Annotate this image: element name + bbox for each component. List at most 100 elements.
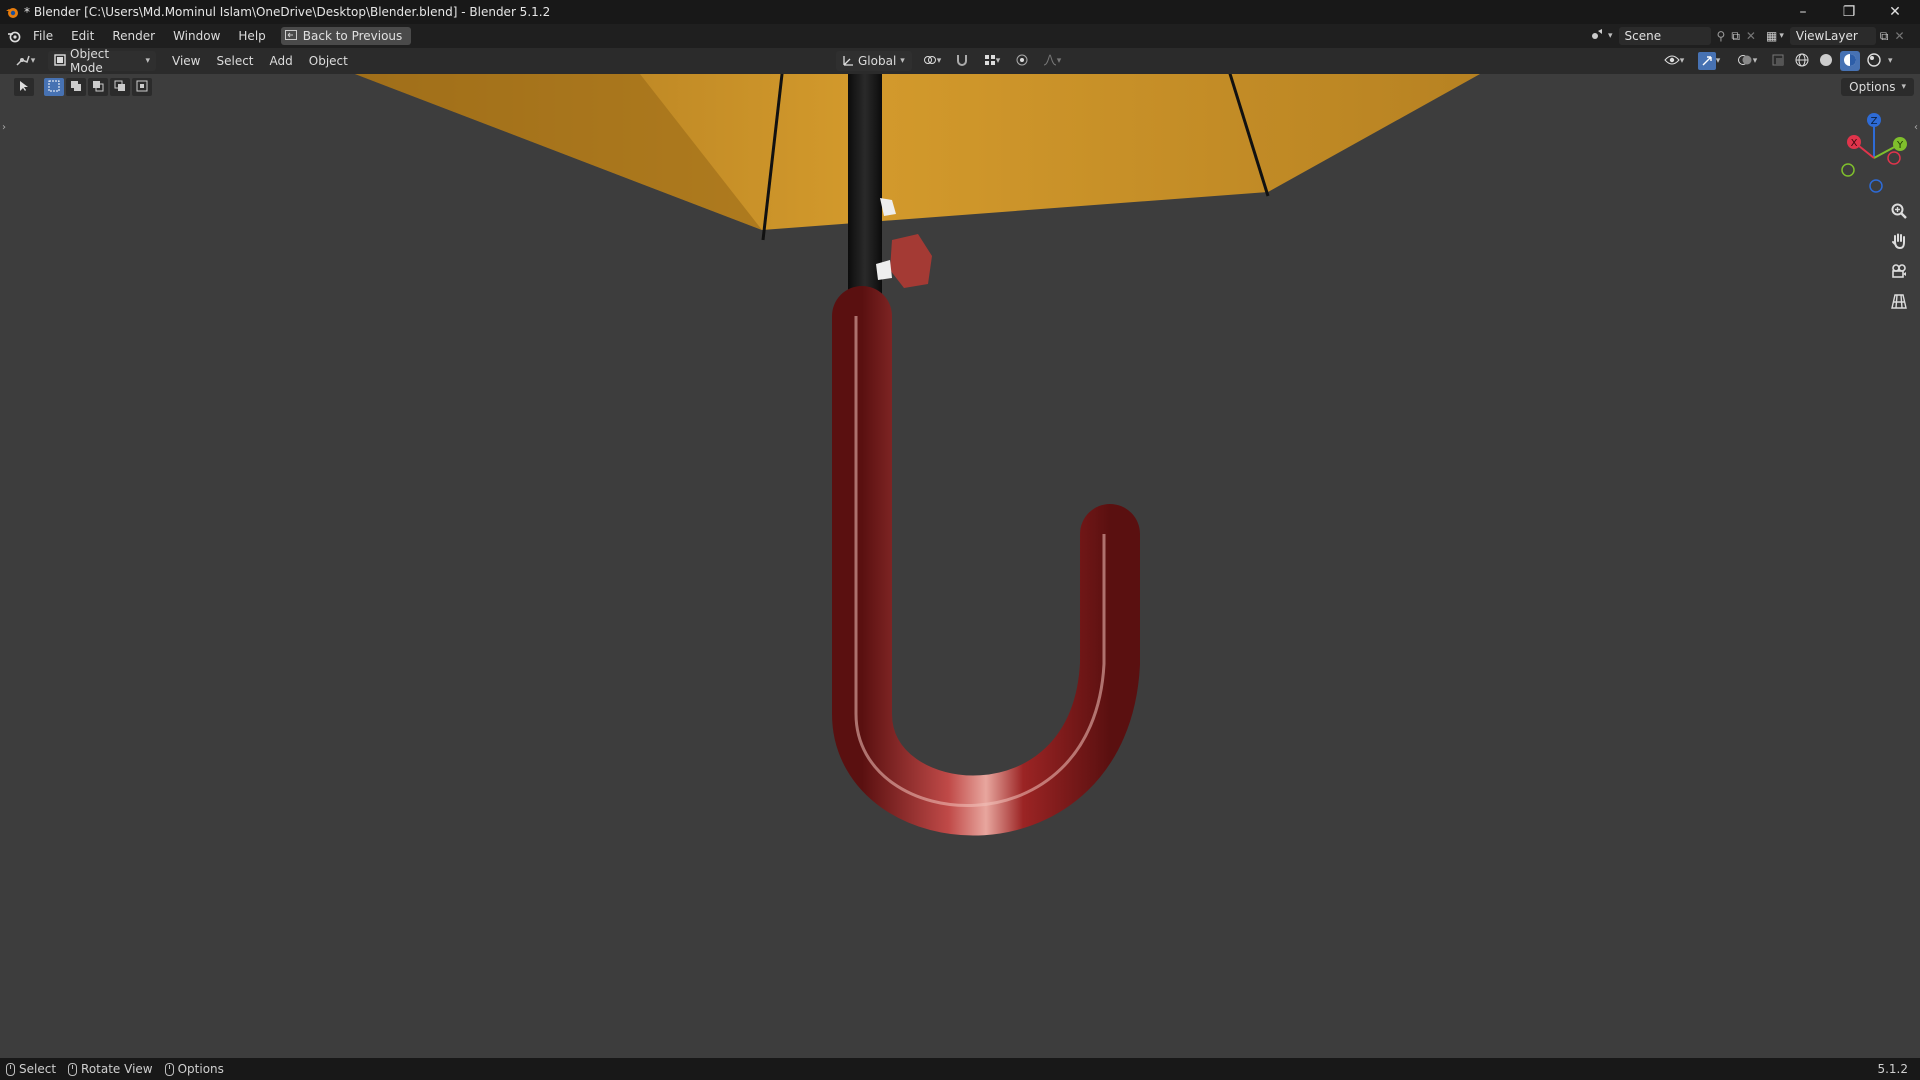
back-to-previous-button[interactable]: Back to Previous: [280, 27, 412, 45]
delete-viewlayer-icon[interactable]: ✕: [1894, 29, 1904, 43]
hand-icon: [1890, 232, 1908, 253]
menu-render[interactable]: Render: [103, 24, 164, 48]
object-mode-label: Object Mode: [70, 47, 110, 75]
3d-viewport[interactable]: › ‹: [0, 74, 1920, 1058]
status-options-label: Options: [177, 1062, 224, 1076]
pan-view-button[interactable]: [1886, 230, 1912, 254]
select-new-button[interactable]: [44, 78, 64, 96]
shading-options-chevron-icon[interactable]: ▾: [1888, 56, 1893, 66]
proportional-editing-button[interactable]: [1012, 51, 1032, 71]
overlays-toggle-button[interactable]: ▾: [1730, 51, 1764, 71]
transform-orientation-dropdown[interactable]: Global ▾: [836, 51, 912, 71]
viewlayer-icon: ▦: [1766, 29, 1778, 43]
wireframe-shading-button[interactable]: [1792, 51, 1812, 71]
proportional-editing-icon: [1015, 53, 1029, 70]
status-select-label: Select: [19, 1062, 57, 1076]
camera-view-button[interactable]: [1886, 260, 1912, 284]
menu-edit[interactable]: Edit: [62, 24, 103, 48]
gizmo-toggle-button[interactable]: ▾: [1692, 51, 1726, 71]
viewport-options-label: Options: [1849, 80, 1896, 94]
new-scene-icon[interactable]: ⧉: [1731, 29, 1740, 44]
editor-type-button[interactable]: ▾: [10, 51, 40, 71]
scene-selector[interactable]: ▾ Scene ⚲ ⧉ ✕: [1590, 27, 1756, 45]
gizmo-neg-y-axis[interactable]: [1841, 163, 1855, 177]
zoom-view-button[interactable]: [1886, 200, 1912, 224]
maximize-button[interactable]: ❐: [1826, 0, 1872, 24]
selectability-visibility-button[interactable]: ▾: [1660, 51, 1688, 71]
minimize-button[interactable]: –: [1780, 0, 1826, 24]
select-subtract-button[interactable]: [88, 78, 108, 96]
chevron-down-icon: ▾: [995, 56, 1001, 66]
umbrella-handle: [832, 286, 1140, 836]
select-invert-button[interactable]: [110, 78, 130, 96]
viewport-menu-view[interactable]: View: [164, 54, 208, 68]
close-button[interactable]: ✕: [1872, 0, 1918, 24]
viewlayer-name: ViewLayer: [1795, 29, 1858, 43]
snap-toggle-button[interactable]: [952, 51, 972, 71]
viewport-options-button[interactable]: Options ▾: [1841, 78, 1914, 96]
gizmo-neg-x-axis[interactable]: [1887, 151, 1901, 165]
viewport-menu-add[interactable]: Add: [262, 54, 301, 68]
select-extend-icon: [70, 80, 82, 95]
snap-target-button[interactable]: ▾: [978, 51, 1006, 71]
viewport-menu-object[interactable]: Object: [301, 54, 356, 68]
mouse-right-icon: [164, 1062, 174, 1076]
select-extend-button[interactable]: [66, 78, 86, 96]
viewport-menu-select[interactable]: Select: [208, 54, 261, 68]
window-title: * Blender [C:\Users\Md.Mominul Islam\One…: [24, 5, 551, 19]
status-rotate-label: Rotate View: [81, 1062, 153, 1076]
new-viewlayer-icon[interactable]: ⧉: [1880, 29, 1889, 44]
rendered-shading-button[interactable]: [1864, 51, 1884, 71]
chevron-down-icon: ▾: [1056, 56, 1062, 66]
select-intersect-button[interactable]: [132, 78, 152, 96]
menu-file[interactable]: File: [24, 24, 62, 48]
xray-toggle-button[interactable]: [1768, 51, 1788, 71]
mouse-left-icon: [6, 1062, 15, 1076]
transform-orientation-label: Global: [858, 54, 897, 68]
perspective-grid-icon: [1890, 292, 1908, 313]
title-bar: * Blender [C:\Users\Md.Mominul Islam\One…: [0, 0, 1920, 24]
camera-icon: [1890, 262, 1908, 283]
perspective-toggle-button[interactable]: [1886, 290, 1912, 314]
gizmo-neg-z-axis[interactable]: [1869, 179, 1883, 193]
select-invert-icon: [114, 80, 126, 95]
material-preview-shading-button[interactable]: [1840, 51, 1860, 71]
blender-menu-icon[interactable]: [4, 26, 24, 46]
chevron-down-icon: ▾: [1779, 31, 1784, 41]
wireframe-sphere-icon: [1795, 53, 1809, 70]
scene-icon: [1590, 28, 1606, 45]
solid-shading-button[interactable]: [1816, 51, 1836, 71]
pivot-point-button[interactable]: ▾: [918, 51, 946, 71]
magnet-icon: [955, 53, 969, 70]
gizmo-icon: [1697, 52, 1716, 70]
cursor-arrow-icon: [19, 80, 29, 95]
viewlayer-selector[interactable]: ▦ ▾ ViewLayer ⧉ ✕: [1766, 27, 1905, 45]
viewport-header: ▾ Object Mode ▾ View Select Add Object G…: [0, 47, 1920, 75]
tweak-tool-button[interactable]: [14, 78, 34, 96]
pivot-icon: [923, 53, 937, 70]
delete-scene-icon[interactable]: ✕: [1746, 29, 1756, 43]
viewport-nav-tools: [1886, 200, 1912, 314]
toolbar-expand-chevron-icon[interactable]: ›: [2, 122, 6, 133]
menu-help[interactable]: Help: [229, 24, 274, 48]
snap-grid-icon: [984, 54, 996, 69]
proportional-falloff-button[interactable]: ▾: [1038, 51, 1066, 71]
blender-logo-icon: [0, 0, 24, 24]
select-intersect-icon: [136, 80, 148, 95]
select-subtract-icon: [92, 80, 104, 95]
chevron-down-icon: ▾: [1715, 56, 1721, 66]
status-rotate-hint: Rotate View: [62, 1062, 159, 1076]
back-to-previous-label: Back to Previous: [302, 29, 403, 43]
sidebar-expand-chevron-icon[interactable]: ‹: [1914, 122, 1918, 133]
navigation-gizmo[interactable]: Z Y X: [1832, 108, 1912, 198]
back-arrow-icon: [284, 29, 297, 43]
object-mode-dropdown[interactable]: Object Mode ▾: [48, 47, 156, 75]
gizmo-x-label: X: [1851, 138, 1858, 149]
status-options-hint: Options: [159, 1062, 230, 1076]
orientation-icon: [842, 54, 854, 69]
pin-icon[interactable]: ⚲: [1717, 29, 1726, 43]
solid-sphere-icon: [1819, 53, 1833, 70]
menu-window[interactable]: Window: [164, 24, 229, 48]
scene-name: Scene: [1624, 29, 1662, 43]
gizmo-y-label: Y: [1896, 140, 1904, 151]
